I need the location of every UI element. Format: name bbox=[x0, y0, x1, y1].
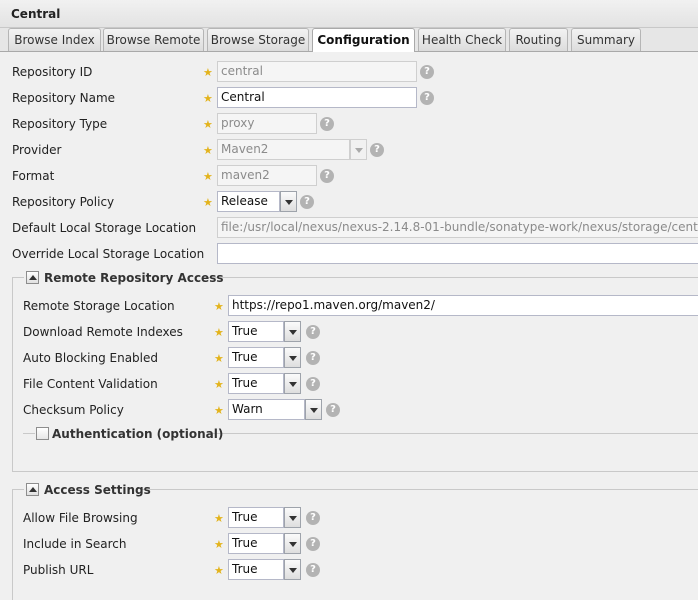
help-icon[interactable]: ? bbox=[320, 169, 334, 183]
tab-summary[interactable]: Summary bbox=[571, 28, 641, 51]
download-indexes-label: Download Remote Indexes bbox=[23, 325, 183, 339]
download-indexes-select[interactable]: True bbox=[228, 321, 301, 342]
download-indexes-value: True bbox=[228, 321, 284, 342]
help-icon[interactable]: ? bbox=[300, 195, 314, 209]
required-star-icon: ★ bbox=[203, 144, 213, 157]
required-star-icon: ★ bbox=[203, 196, 213, 209]
auto-blocking-select[interactable]: True bbox=[228, 347, 301, 368]
provider-value: Maven2 bbox=[217, 139, 350, 160]
tab-browse-remote[interactable]: Browse Remote bbox=[103, 28, 204, 51]
allow-browsing-value: True bbox=[228, 507, 284, 528]
tab-browse-index[interactable]: Browse Index bbox=[8, 28, 101, 51]
authentication-checkbox[interactable] bbox=[36, 427, 49, 440]
repository-name-label: Repository Name bbox=[12, 91, 116, 105]
allow-browsing-select[interactable]: True bbox=[228, 507, 301, 528]
default-storage-label: Default Local Storage Location bbox=[12, 221, 197, 235]
remote-access-legend: Remote Repository Access bbox=[44, 271, 224, 285]
repository-type-field: proxy bbox=[217, 113, 317, 134]
help-icon[interactable]: ? bbox=[420, 91, 434, 105]
required-star-icon: ★ bbox=[203, 170, 213, 183]
help-icon[interactable]: ? bbox=[306, 377, 320, 391]
file-validation-value: True bbox=[228, 373, 284, 394]
publish-url-value: True bbox=[228, 559, 284, 580]
required-star-icon: ★ bbox=[214, 352, 224, 365]
fieldset-border bbox=[142, 489, 698, 490]
tab-routing[interactable]: Routing bbox=[509, 28, 568, 51]
tab-bar: Browse Index Browse Remote Browse Storag… bbox=[0, 28, 698, 52]
override-storage-label: Override Local Storage Location bbox=[12, 247, 205, 261]
chevron-down-icon[interactable] bbox=[284, 321, 301, 342]
repository-type-label: Repository Type bbox=[12, 117, 108, 131]
help-icon[interactable]: ? bbox=[306, 325, 320, 339]
help-icon[interactable]: ? bbox=[306, 351, 320, 365]
remote-storage-label: Remote Storage Location bbox=[23, 299, 175, 313]
chevron-down-icon[interactable] bbox=[284, 533, 301, 554]
auto-blocking-value: True bbox=[228, 347, 284, 368]
chevron-down-icon[interactable] bbox=[305, 399, 322, 420]
fieldset-border bbox=[208, 433, 698, 434]
help-icon[interactable]: ? bbox=[420, 65, 434, 79]
format-field: maven2 bbox=[217, 165, 317, 186]
help-icon[interactable]: ? bbox=[306, 537, 320, 551]
fieldset-border bbox=[206, 277, 698, 278]
fieldset-border bbox=[12, 489, 24, 490]
repository-policy-select[interactable]: Release bbox=[217, 191, 297, 212]
auto-blocking-label: Auto Blocking Enabled bbox=[23, 351, 158, 365]
tab-health-check[interactable]: Health Check bbox=[418, 28, 506, 51]
help-icon[interactable]: ? bbox=[306, 511, 320, 525]
override-storage-input[interactable] bbox=[217, 243, 698, 264]
required-star-icon: ★ bbox=[214, 300, 224, 313]
default-storage-field: file:/usr/local/nexus/nexus-2.14.8-01-bu… bbox=[217, 217, 698, 238]
required-star-icon: ★ bbox=[214, 378, 224, 391]
checksum-policy-value: Warn bbox=[228, 399, 305, 420]
required-star-icon: ★ bbox=[214, 564, 224, 577]
allow-browsing-label: Allow File Browsing bbox=[23, 511, 138, 525]
required-star-icon: ★ bbox=[214, 512, 224, 525]
include-search-select[interactable]: True bbox=[228, 533, 301, 554]
tab-configuration[interactable]: Configuration bbox=[312, 28, 415, 52]
help-icon[interactable]: ? bbox=[320, 117, 334, 131]
required-star-icon: ★ bbox=[214, 538, 224, 551]
fieldset-border bbox=[12, 277, 24, 278]
fieldset-border bbox=[23, 433, 35, 434]
chevron-down-icon[interactable] bbox=[284, 507, 301, 528]
help-icon[interactable]: ? bbox=[306, 563, 320, 577]
collapse-remote-access-button[interactable] bbox=[26, 271, 39, 284]
panel-title: Central bbox=[11, 7, 61, 21]
required-star-icon: ★ bbox=[203, 92, 213, 105]
required-star-icon: ★ bbox=[203, 66, 213, 79]
provider-label: Provider bbox=[12, 143, 62, 157]
tab-browse-storage[interactable]: Browse Storage bbox=[207, 28, 309, 51]
chevron-down-icon[interactable] bbox=[280, 191, 297, 212]
chevron-down-icon[interactable] bbox=[284, 347, 301, 368]
remote-storage-input[interactable]: https://repo1.maven.org/maven2/ bbox=[228, 295, 698, 316]
file-validation-label: File Content Validation bbox=[23, 377, 158, 391]
chevron-down-icon[interactable] bbox=[284, 559, 301, 580]
repository-id-label: Repository ID bbox=[12, 65, 93, 79]
authentication-legend: Authentication (optional) bbox=[52, 427, 224, 441]
publish-url-label: Publish URL bbox=[23, 563, 94, 577]
file-validation-select[interactable]: True bbox=[228, 373, 301, 394]
help-icon[interactable]: ? bbox=[370, 143, 384, 157]
include-search-value: True bbox=[228, 533, 284, 554]
repository-policy-value: Release bbox=[217, 191, 280, 212]
help-icon[interactable]: ? bbox=[326, 403, 340, 417]
required-star-icon: ★ bbox=[214, 326, 224, 339]
format-label: Format bbox=[12, 169, 55, 183]
required-star-icon: ★ bbox=[203, 118, 213, 131]
repository-policy-label: Repository Policy bbox=[12, 195, 115, 209]
provider-select: Maven2 bbox=[217, 139, 367, 160]
repository-id-field: central bbox=[217, 61, 417, 82]
publish-url-select[interactable]: True bbox=[228, 559, 301, 580]
chevron-down-icon[interactable] bbox=[284, 373, 301, 394]
access-settings-legend: Access Settings bbox=[44, 483, 151, 497]
collapse-access-settings-button[interactable] bbox=[26, 483, 39, 496]
required-star-icon: ★ bbox=[214, 404, 224, 417]
checksum-policy-label: Checksum Policy bbox=[23, 403, 124, 417]
checksum-policy-select[interactable]: Warn bbox=[228, 399, 322, 420]
panel-header: Central bbox=[0, 0, 698, 28]
repository-name-input[interactable]: Central bbox=[217, 87, 417, 108]
include-search-label: Include in Search bbox=[23, 537, 127, 551]
chevron-down-icon bbox=[350, 139, 367, 160]
